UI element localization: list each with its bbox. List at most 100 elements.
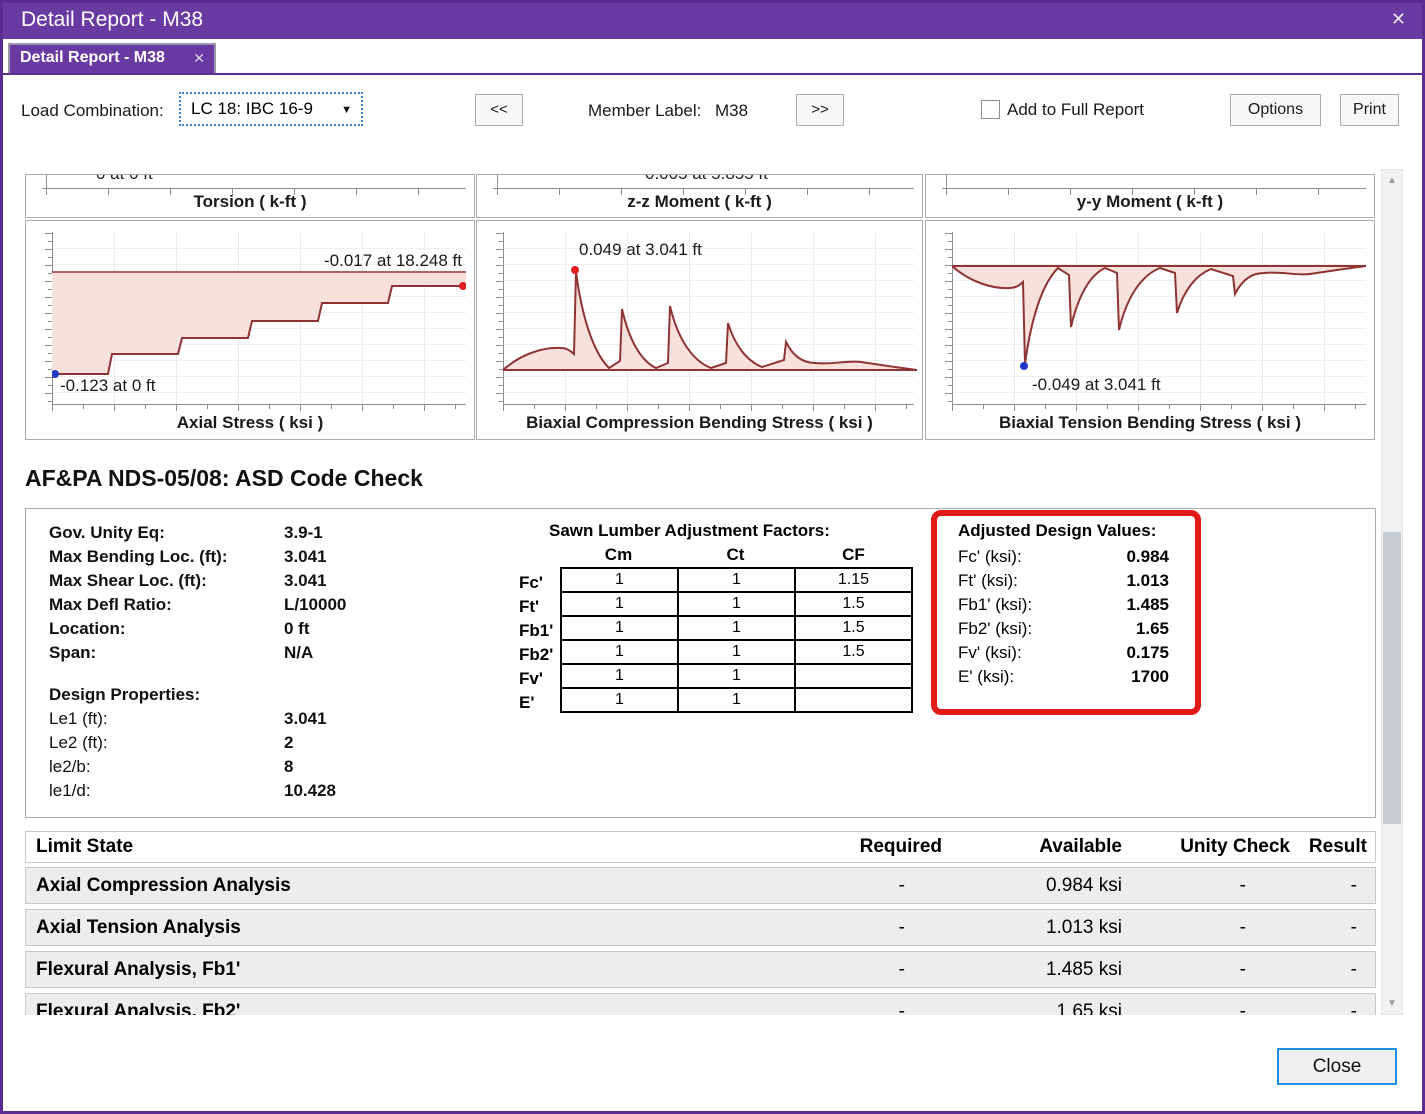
axial-stress-max-annotation: -0.017 at 18.248 ft: [324, 251, 462, 270]
yy-moment-chart-panel: y-y Moment ( k-ft ): [925, 174, 1375, 218]
zz-moment-chart-panel: 0.005 at 5.855 ft z-z Moment ( k-ft ): [476, 174, 923, 218]
tab-close-icon[interactable]: ✕: [193, 50, 205, 67]
summary-label: Max Shear Loc. (ft):: [49, 571, 207, 591]
member-label-caption: Member Label:: [588, 101, 701, 121]
cell-cf: 1.5: [795, 616, 912, 640]
biaxial-compression-y-ticks-major: [496, 233, 503, 404]
axial-stress-curve: -0.017 at 18.248 ft -0.123 at 0 ft: [52, 232, 466, 405]
cell-cm: 1: [561, 616, 678, 640]
zz-moment-y-axis: [497, 175, 498, 188]
table-row[interactable]: Flexural Analysis, Fb2' - 1.65 ksi - -: [25, 993, 1376, 1015]
scroll-up-icon[interactable]: ▲: [1382, 175, 1402, 186]
cell-required: -: [720, 959, 950, 981]
column-header-cm: Cm: [560, 545, 677, 565]
limit-state-table: Limit State Required Available Unity Che…: [25, 831, 1376, 1015]
table-row: 1 1 1.15: [561, 568, 912, 592]
summary-value: 3.9-1: [284, 523, 323, 543]
cell-ct: 1: [678, 640, 795, 664]
adjusted-value: 0.984: [1126, 547, 1169, 567]
cell-cf: [795, 688, 912, 712]
cell-limit-state: Axial Tension Analysis: [26, 917, 720, 939]
biaxial-tension-curve: -0.049 at 3.041 ft: [952, 232, 1366, 405]
summary-value: 0 ft: [284, 619, 310, 639]
code-check-heading: AF&PA NDS-05/08: ASD Code Check: [25, 465, 423, 492]
cell-available: 1.65 ksi: [950, 1001, 1130, 1016]
cell-cm: 1: [561, 640, 678, 664]
design-property-label: Le2 (ft):: [49, 733, 108, 753]
window-title: Detail Report - M38: [21, 8, 203, 32]
adjusted-value-label: E' (ksi):: [958, 667, 1014, 687]
torsion-chart-panel: 0 at 0 ft Torsion ( k-ft ): [25, 174, 475, 218]
torsion-y-axis: [46, 175, 47, 188]
summary-label: Max Bending Loc. (ft):: [49, 547, 227, 567]
zz-moment-clipped-annotation: 0.005 at 5.855 ft: [645, 174, 768, 184]
summary-value: 3.041: [284, 547, 327, 567]
design-property-value: 8: [284, 757, 293, 777]
summary-label: Span:: [49, 643, 96, 663]
table-row[interactable]: Flexural Analysis, Fb1' - 1.485 ksi - -: [25, 951, 1376, 988]
design-property-label: le2/b:: [49, 757, 91, 777]
cell-cm: 1: [561, 568, 678, 592]
summary-label: Gov. Unity Eq:: [49, 523, 165, 543]
cell-ct: 1: [678, 688, 795, 712]
load-combination-select[interactable]: LC 18: IBC 16-9 ▼: [179, 92, 363, 126]
tab-label: Detail Report - M38: [20, 49, 165, 67]
cell-result: -: [1298, 875, 1375, 897]
adjusted-value: 1.485: [1126, 595, 1169, 615]
axial-stress-chart-panel: -0.017 at 18.248 ft -0.123 at 0 ft Axial…: [25, 220, 475, 440]
adjusted-value: 0.175: [1126, 643, 1169, 663]
options-button[interactable]: Options: [1230, 94, 1321, 126]
biaxial-compression-chart-title: Biaxial Compression Bending Stress ( ksi…: [477, 413, 922, 433]
adjusted-values-title: Adjusted Design Values:: [958, 521, 1156, 541]
header-available: Available: [950, 836, 1130, 858]
cell-limit-state: Axial Compression Analysis: [26, 875, 720, 897]
load-combination-value: LC 18: IBC 16-9: [191, 99, 313, 119]
cell-required: -: [720, 917, 950, 939]
header-unity-check: Unity Check: [1130, 836, 1298, 858]
axial-stress-y-ticks-major: [45, 233, 52, 404]
close-button[interactable]: Close: [1277, 1048, 1397, 1085]
adjusted-value-label: Fb2' (ksi):: [958, 619, 1032, 639]
factor-row-label: Fb2': [519, 645, 553, 665]
window-close-icon[interactable]: ✕: [1391, 9, 1406, 30]
adjusted-value-label: Ft' (ksi):: [958, 571, 1018, 591]
table-row: 1 1: [561, 688, 912, 712]
print-button[interactable]: Print: [1340, 94, 1399, 126]
header-required: Required: [720, 836, 950, 858]
tab-detail-report[interactable]: Detail Report - M38 ✕: [8, 43, 216, 73]
adjusted-value: 1.65: [1136, 619, 1169, 639]
design-property-value: 10.428: [284, 781, 336, 801]
biaxial-compression-curve: 0.049 at 3.041 ft: [503, 232, 917, 405]
torsion-clipped-annotation: 0 at 0 ft: [96, 174, 153, 184]
adjustment-factors-table: 1 1 1.15 1 1 1.5 1 1 1.5 1 1 1.5 1 1 1 1: [560, 567, 913, 713]
summary-label: Max Defl Ratio:: [49, 595, 172, 615]
yy-moment-y-axis: [946, 175, 947, 188]
factor-row-label: E': [519, 693, 534, 713]
cell-required: -: [720, 875, 950, 897]
table-row: 1 1 1.5: [561, 592, 912, 616]
cell-cm: 1: [561, 592, 678, 616]
load-combination-label: Load Combination:: [21, 101, 164, 121]
factor-row-label: Ft': [519, 597, 539, 617]
add-to-full-report-label: Add to Full Report: [1007, 100, 1144, 120]
biaxial-tension-chart-panel: -0.049 at 3.041 ft Biaxial Tension Bendi…: [925, 220, 1375, 440]
scroll-down-icon[interactable]: ▼: [1382, 998, 1402, 1009]
table-row: 1 1: [561, 664, 912, 688]
design-property-value: 2: [284, 733, 293, 753]
cell-result: -: [1298, 959, 1375, 981]
table-row[interactable]: Axial Tension Analysis - 1.013 ksi - -: [25, 909, 1376, 946]
add-to-full-report-checkbox[interactable]: [981, 100, 1000, 119]
prev-member-button[interactable]: <<: [475, 94, 523, 126]
cell-cm: 1: [561, 664, 678, 688]
tab-divider: [3, 73, 1422, 75]
min-marker-dot: [1020, 362, 1028, 370]
cell-result: -: [1298, 1001, 1375, 1016]
biaxial-tension-chart-title: Biaxial Tension Bending Stress ( ksi ): [926, 413, 1374, 433]
biaxial-tension-min-annotation: -0.049 at 3.041 ft: [1032, 375, 1161, 394]
cell-available: 1.013 ksi: [950, 917, 1130, 939]
cell-available: 1.485 ksi: [950, 959, 1130, 981]
design-property-value: 3.041: [284, 709, 327, 729]
table-row[interactable]: Axial Compression Analysis - 0.984 ksi -…: [25, 867, 1376, 904]
next-member-button[interactable]: >>: [796, 94, 844, 126]
scrollbar-thumb[interactable]: [1383, 532, 1401, 824]
